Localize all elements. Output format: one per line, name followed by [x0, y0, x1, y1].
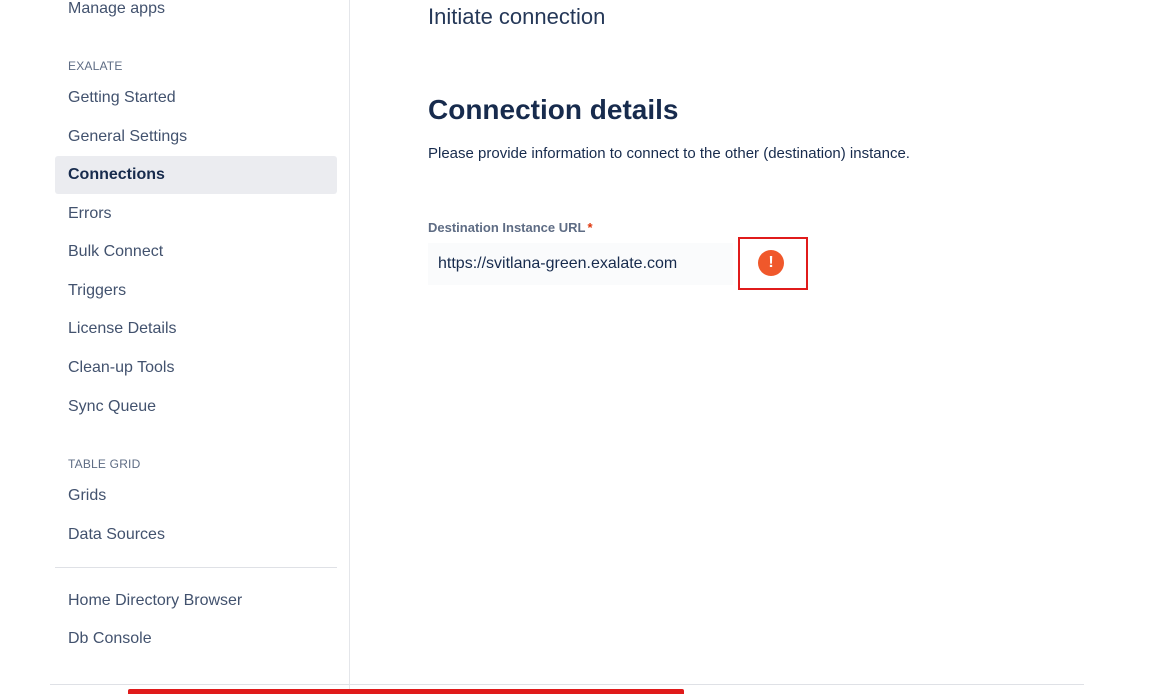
sidebar-item-data-sources[interactable]: Data Sources [55, 516, 337, 554]
sidebar-item-manage-apps[interactable]: Manage apps [55, 0, 337, 28]
sidebar-item-sync-queue[interactable]: Sync Queue [55, 388, 337, 426]
footer-divider [50, 684, 1084, 685]
sidebar-item-grids[interactable]: Grids [55, 477, 337, 515]
destination-url-label: Destination Instance URL * [428, 220, 593, 235]
sidebar-heading-table-grid: TABLE GRID [68, 457, 141, 471]
exclamation-circle-icon[interactable]: ! [758, 250, 784, 276]
sidebar-item-bulk-connect[interactable]: Bulk Connect [55, 233, 337, 271]
sidebar-item-triggers[interactable]: Triggers [55, 272, 337, 310]
sidebar-item-db-console[interactable]: Db Console [55, 620, 337, 658]
sidebar-item-connections[interactable]: Connections [55, 156, 337, 194]
sidebar-heading-exalate: EXALATE [68, 59, 123, 73]
sidebar-divider [55, 567, 337, 568]
sidebar: Manage apps EXALATE Getting Started Gene… [0, 0, 350, 694]
sidebar-item-clean-up-tools[interactable]: Clean-up Tools [55, 349, 337, 387]
section-title: Connection details [428, 94, 679, 125]
required-asterisk: * [587, 220, 593, 235]
sidebar-item-license-details[interactable]: License Details [55, 310, 337, 348]
sidebar-item-general-settings[interactable]: General Settings [55, 118, 337, 156]
field-label-text: Destination Instance URL [428, 220, 586, 235]
sidebar-item-home-directory-browser[interactable]: Home Directory Browser [55, 582, 337, 620]
highlight-bar [128, 689, 684, 694]
destination-url-input[interactable] [428, 243, 733, 285]
sidebar-item-errors[interactable]: Errors [55, 195, 337, 233]
section-description: Please provide information to connect to… [428, 145, 910, 162]
sidebar-item-getting-started[interactable]: Getting Started [55, 79, 337, 117]
page-title: Initiate connection [428, 4, 606, 29]
